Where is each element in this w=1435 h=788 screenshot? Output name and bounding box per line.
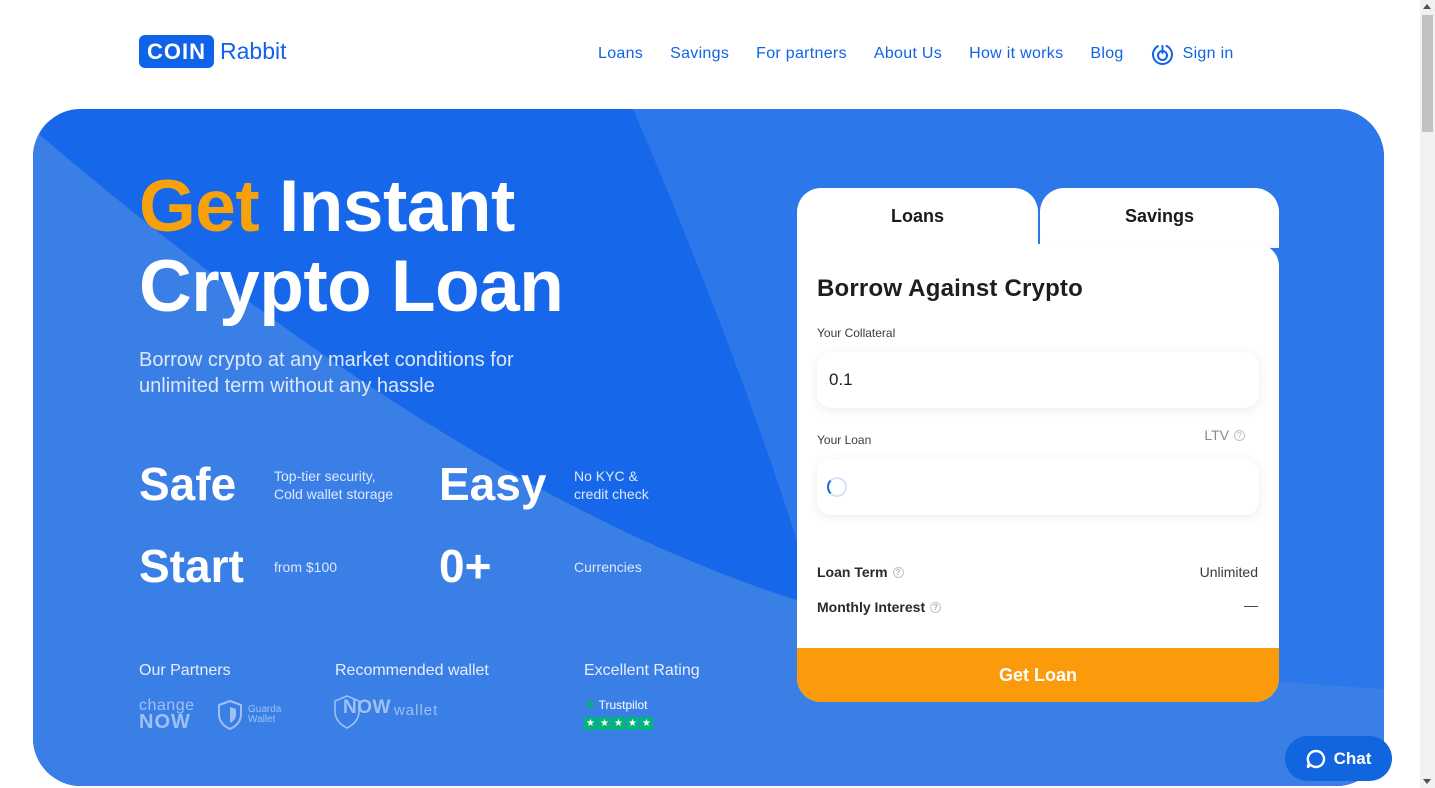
guarda-shield-icon [218,700,242,730]
help-icon[interactable]: ? [930,601,942,613]
stat-easy-desc: No KYC & credit check [574,467,649,503]
rating-star-icon: ★ [612,717,625,730]
nav-for-partners[interactable]: For partners [756,45,847,63]
now-wallet-wallet: wallet [393,701,439,719]
page-scrollbar[interactable] [1420,0,1435,788]
chat-bubble-icon [1306,749,1325,768]
rating-star-icon: ★ [584,717,597,730]
loan-term-row: Loan Term ? [817,564,904,580]
tab-savings[interactable]: Savings [1040,188,1279,248]
loan-term-value: Unlimited [1199,564,1258,580]
stat-safe-desc: Top-tier security, Cold wallet storage [274,467,393,503]
guarda-wallet-logo[interactable]: Guarda Wallet [217,700,281,730]
loan-term-label: Loan Term [817,564,888,580]
logo[interactable]: COIN Rabbit [139,35,286,68]
get-loan-button[interactable]: Get Loan [797,648,1279,702]
trustpilot-name: ★ Trustpilot [584,696,654,713]
main-nav: Loans Savings For partners About Us How … [598,43,1234,66]
wallet-label: Recommended wallet [335,662,489,679]
tab-loans[interactable]: Loans [797,188,1038,248]
rating-star-icon: ★ [640,717,653,730]
collateral-label: Your Collateral [817,326,896,340]
stat-easy-line2: credit check [574,486,649,502]
sign-in-icon [1151,43,1173,65]
nav-loans[interactable]: Loans [598,45,643,63]
nav-about-us[interactable]: About Us [874,45,942,63]
monthly-interest-label: Monthly Interest [817,599,926,615]
collateral-value: 0.1 [829,370,853,389]
stat-easy-line1: No KYC & [574,468,638,484]
headline-line2: Crypto Loan [139,246,564,327]
stat-start: Start [139,540,244,592]
loan-input[interactable] [817,459,1259,515]
trustpilot-star-icon: ★ [584,696,597,712]
stat-easy: Easy [439,458,547,510]
monthly-interest-value: — [1244,597,1258,613]
changenow-logo[interactable]: change NOW [139,698,195,733]
stat-currencies-desc: Currencies [574,559,642,575]
rating-label: Excellent Rating [584,662,700,679]
help-icon[interactable]: ? [892,566,904,578]
stat-safe-line1: Top-tier security, [274,468,376,484]
stat-start-desc: from $100 [274,559,338,575]
stat-safe-line2: Cold wallet storage [274,486,394,502]
loading-spinner-icon [827,477,847,497]
ltv-label: LTV [1204,427,1229,443]
hero-subheading: Borrow crypto at any market conditions f… [139,349,514,397]
loan-calculator-card: Borrow Against Crypto Your Collateral 0.… [797,244,1279,702]
logo-wordmark: Rabbit [220,38,287,64]
nav-how-it-works[interactable]: How it works [969,45,1063,63]
logo-mark: COIN [139,35,214,68]
stat-currencies: 0+ [439,540,492,592]
now-wallet-logo[interactable]: NOW wallet [334,695,439,729]
stat-safe: Safe [139,458,237,510]
scroll-down-arrow-icon[interactable] [1423,779,1431,784]
rating-star-icon: ★ [626,717,639,730]
trustpilot-badge[interactable]: ★ Trustpilot ★ ★ ★ ★ ★ [584,696,654,730]
sign-in-label: Sign in [1182,45,1234,62]
trustpilot-label: Trustpilot [598,697,648,712]
nav-savings[interactable]: Savings [670,45,729,63]
trustpilot-rating-stars: ★ ★ ★ ★ ★ [584,717,654,730]
headline-word: Instant [279,166,515,247]
loan-label: Your Loan [817,433,872,447]
scroll-up-arrow-icon[interactable] [1423,4,1431,9]
scroll-thumb[interactable] [1422,15,1433,132]
sign-in-button[interactable]: Sign in [1151,43,1234,66]
now-wallet-shield-icon [334,695,360,729]
collateral-input[interactable]: 0.1 [817,352,1259,408]
help-icon[interactable]: ? [1234,429,1245,441]
monthly-interest-row: Monthly Interest ? [817,599,942,615]
calculator-title: Borrow Against Crypto [817,275,1083,302]
headline-accent: Get [139,166,260,247]
changenow-bottom: NOW [139,711,191,733]
nav-blog[interactable]: Blog [1090,45,1123,63]
rating-star-icon: ★ [598,717,611,730]
hero-headline: Get Instant Crypto Loan [139,166,564,327]
partners-label: Our Partners [139,662,231,679]
guarda-line2: Wallet [248,714,276,725]
ltv-indicator[interactable]: LTV ? [1204,427,1245,443]
chat-label: Chat [1333,748,1372,768]
chat-button[interactable]: Chat [1285,736,1392,781]
